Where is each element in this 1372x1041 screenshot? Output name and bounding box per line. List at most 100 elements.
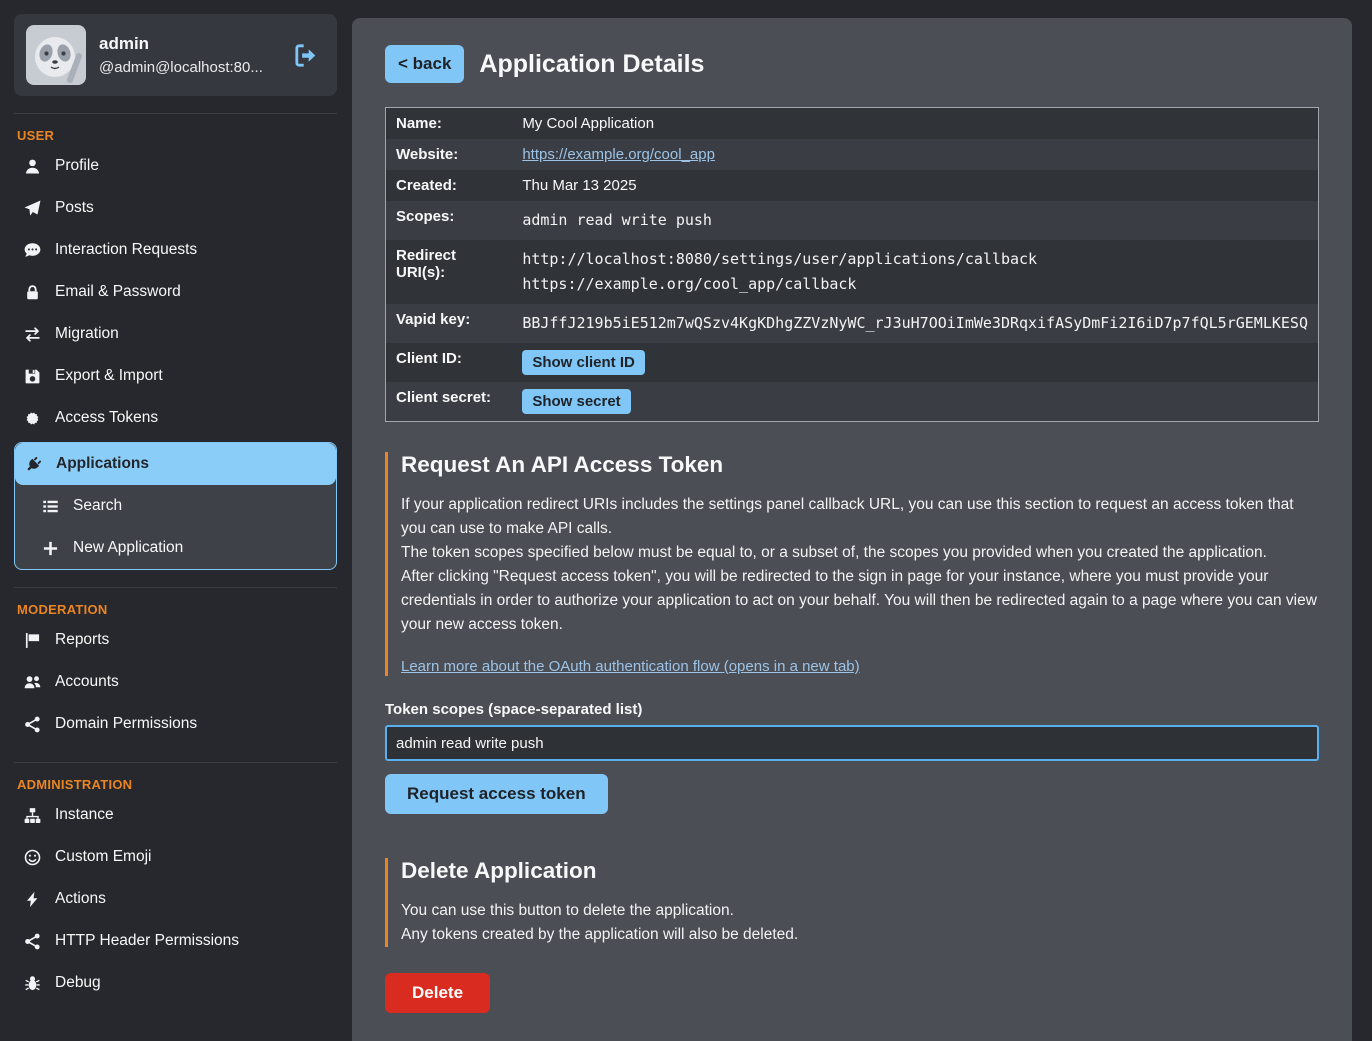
sidebar-item-export-import[interactable]: Export & Import: [14, 355, 337, 397]
bolt-icon: [24, 891, 41, 908]
sidebar-item-label: Access Tokens: [55, 409, 158, 427]
token-scopes-label: Token scopes (space-separated list): [385, 701, 1319, 718]
sidebar-item-label: Search: [73, 497, 122, 515]
arrows-left-right-icon: [24, 326, 41, 343]
row-label: Scopes:: [386, 201, 513, 240]
table-row-scopes: Scopes: admin read write push: [386, 201, 1319, 240]
sidebar-item-domain-permissions[interactable]: Domain Permissions: [14, 703, 337, 745]
token-paragraph: After clicking "Request access token", y…: [401, 565, 1319, 637]
delete-application-section: Delete Application You can use this butt…: [385, 858, 1319, 1013]
row-value: Thu Mar 13 2025: [512, 170, 1318, 201]
back-button[interactable]: < back: [385, 45, 464, 83]
token-paragraph: The token scopes specified below must be…: [401, 541, 1319, 565]
user-names: admin @admin@localhost:80...: [99, 34, 275, 76]
section-label-user: USER: [17, 128, 337, 143]
sidebar-item-label: Accounts: [55, 673, 119, 691]
sidebar-item-custom-emoji[interactable]: Custom Emoji: [14, 836, 337, 878]
user-card[interactable]: admin @admin@localhost:80...: [14, 14, 337, 96]
paper-plane-icon: [24, 200, 41, 217]
sidebar-item-label: HTTP Header Permissions: [55, 932, 239, 950]
section-label-moderation: MODERATION: [17, 602, 337, 617]
row-value: https://example.org/cool_app: [512, 139, 1318, 170]
users-icon: [24, 674, 41, 691]
sidebar-item-label: Posts: [55, 199, 94, 217]
sidebar-item-label: Email & Password: [55, 283, 181, 301]
delete-line: Any tokens created by the application wi…: [401, 923, 1319, 947]
sidebar-item-applications[interactable]: Applications: [15, 443, 336, 485]
row-label: Client secret:: [386, 382, 513, 422]
sidebar-item-label: Instance: [55, 806, 114, 824]
row-value: Show secret: [512, 382, 1318, 422]
sidebar-item-accounts[interactable]: Accounts: [14, 661, 337, 703]
sidebar-item-label: Debug: [55, 974, 101, 992]
row-value: My Cool Application: [512, 108, 1318, 140]
share-nodes-icon: [24, 933, 41, 950]
plug-icon: [25, 456, 42, 473]
sidebar-section-moderation: MODERATION Reports Accounts Domain Permi…: [14, 587, 337, 745]
sidebar-item-label: New Application: [73, 539, 183, 557]
show-secret-button[interactable]: Show secret: [522, 389, 630, 414]
row-label: Created:: [386, 170, 513, 201]
request-access-token-button[interactable]: Request access token: [385, 774, 608, 814]
sidebar-item-profile[interactable]: Profile: [14, 145, 337, 187]
avatar: [26, 25, 86, 85]
show-client-id-button[interactable]: Show client ID: [522, 350, 645, 375]
sitemap-icon: [24, 807, 41, 824]
sidebar: admin @admin@localhost:80... USER Profil…: [0, 0, 352, 1041]
sidebar-item-applications-search[interactable]: Search: [15, 485, 336, 527]
sidebar-item-new-application[interactable]: New Application: [15, 527, 336, 569]
section-label-administration: ADMINISTRATION: [17, 777, 337, 792]
delete-section-text: You can use this button to delete the ap…: [401, 899, 1319, 947]
floppy-disk-icon: [24, 368, 41, 385]
row-label: Redirect URI(s):: [386, 240, 513, 304]
sidebar-item-interaction-requests[interactable]: Interaction Requests: [14, 229, 337, 271]
sidebar-item-label: Interaction Requests: [55, 241, 197, 259]
token-scopes-input[interactable]: [385, 725, 1319, 761]
delete-description: Delete Application You can use this butt…: [385, 858, 1319, 947]
oauth-docs-link[interactable]: Learn more about the OAuth authenticatio…: [401, 658, 860, 675]
share-nodes-icon: [24, 716, 41, 733]
website-link[interactable]: https://example.org/cool_app: [522, 146, 715, 163]
applications-submenu: Search New Application: [15, 485, 336, 569]
page-header: < back Application Details: [385, 45, 1319, 83]
sidebar-item-http-header-permissions[interactable]: HTTP Header Permissions: [14, 920, 337, 962]
bug-icon: [24, 975, 41, 992]
row-value: BBJffJ219b5iE512m7wQSzv4KgKDhgZZVzNyWC_r…: [512, 304, 1318, 343]
sidebar-item-actions[interactable]: Actions: [14, 878, 337, 920]
application-details-table: Name: My Cool Application Website: https…: [385, 107, 1319, 422]
sidebar-item-label: Custom Emoji: [55, 848, 151, 866]
row-label: Client ID:: [386, 343, 513, 382]
redirect-uri: http://localhost:8080/settings/user/appl…: [522, 247, 1308, 272]
sidebar-item-label: Domain Permissions: [55, 715, 197, 733]
sidebar-item-debug[interactable]: Debug: [14, 962, 337, 1004]
row-label: Website:: [386, 139, 513, 170]
table-row-created: Created: Thu Mar 13 2025: [386, 170, 1319, 201]
sidebar-section-administration: ADMINISTRATION Instance Custom Emoji Act…: [14, 762, 337, 1004]
sidebar-item-label: Profile: [55, 157, 99, 175]
row-label: Name:: [386, 108, 513, 140]
certificate-icon: [24, 410, 41, 427]
logout-button[interactable]: [288, 43, 325, 68]
delete-button[interactable]: Delete: [385, 973, 490, 1013]
row-value: http://localhost:8080/settings/user/appl…: [512, 240, 1318, 304]
table-row-name: Name: My Cool Application: [386, 108, 1319, 140]
redirect-uri: https://example.org/cool_app/callback: [522, 272, 1308, 297]
plus-icon: [42, 540, 59, 557]
table-row-vapid-key: Vapid key: BBJffJ219b5iE512m7wQSzv4KgKDh…: [386, 304, 1319, 343]
row-label: Vapid key:: [386, 304, 513, 343]
sidebar-item-instance[interactable]: Instance: [14, 794, 337, 836]
token-section-text: If your application redirect URIs includ…: [401, 493, 1319, 637]
sidebar-item-access-tokens[interactable]: Access Tokens: [14, 397, 337, 439]
flag-icon: [24, 632, 41, 649]
sidebar-item-email-password[interactable]: Email & Password: [14, 271, 337, 313]
sidebar-item-label: Actions: [55, 890, 106, 908]
sloth-avatar-image: [26, 25, 86, 85]
sidebar-item-posts[interactable]: Posts: [14, 187, 337, 229]
display-name: admin: [99, 34, 275, 54]
sidebar-item-reports[interactable]: Reports: [14, 619, 337, 661]
table-row-redirect-uris: Redirect URI(s): http://localhost:8080/s…: [386, 240, 1319, 304]
sidebar-item-migration[interactable]: Migration: [14, 313, 337, 355]
sidebar-section-user: USER Profile Posts Interaction Requests …: [14, 113, 337, 570]
row-value: admin read write push: [512, 201, 1318, 240]
main-panel: < back Application Details Name: My Cool…: [352, 18, 1352, 1041]
